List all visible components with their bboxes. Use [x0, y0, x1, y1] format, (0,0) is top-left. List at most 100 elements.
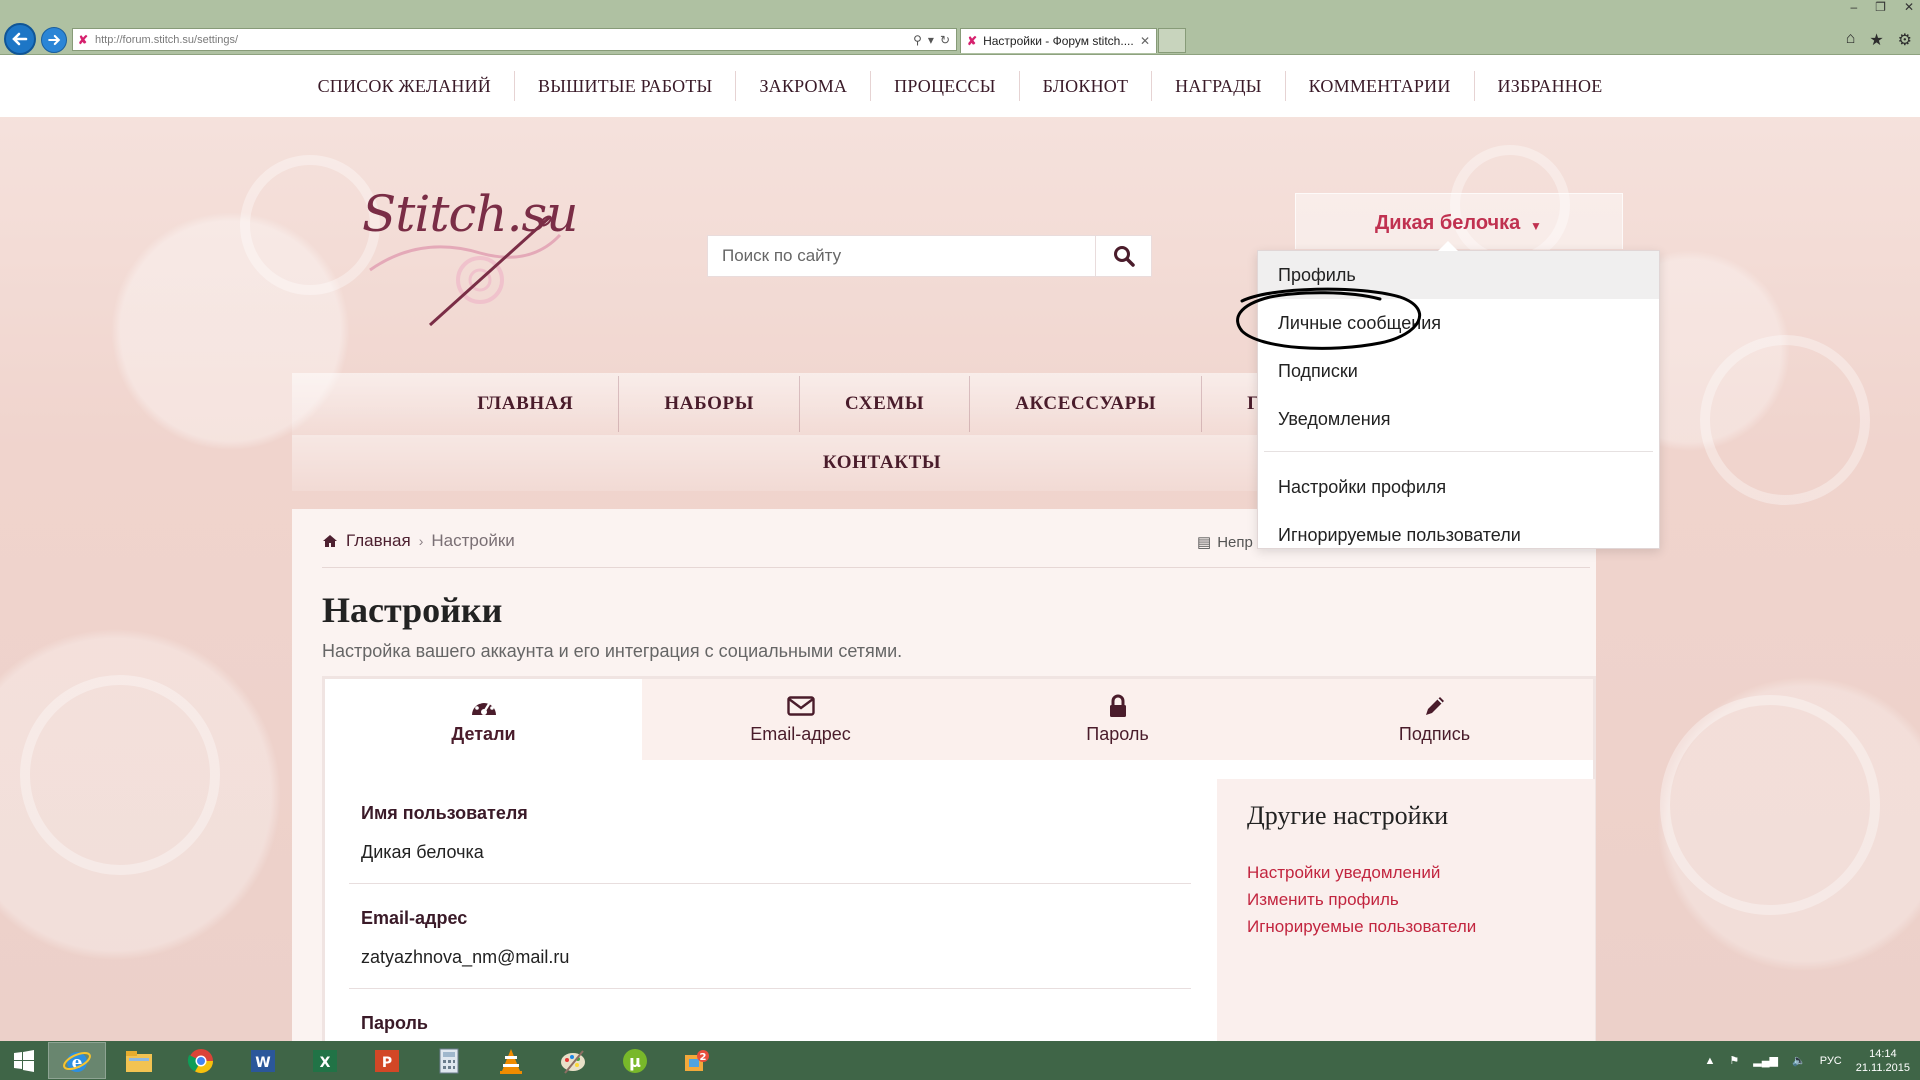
breadcrumb: Главная › Настройки [322, 531, 515, 551]
search-button[interactable] [1095, 236, 1151, 276]
main-nav-item[interactable]: АКСЕССУАРЫ [970, 376, 1203, 432]
taskbar-powerpoint[interactable]: P [358, 1042, 416, 1079]
network-icon[interactable]: ▂▄▆ [1753, 1054, 1778, 1067]
dropdown-pointer [1438, 241, 1458, 251]
address-bar[interactable]: ✘ http://forum.stitch.su/settings/ ⚲ ▾ ↻ [72, 28, 957, 51]
detail-field-password: Пароль [349, 989, 1191, 1041]
decor-swirl [20, 675, 220, 875]
svg-text:P: P [382, 1055, 392, 1071]
taskbar-excel[interactable]: X [296, 1042, 354, 1079]
breadcrumb-home[interactable]: Главная [346, 531, 411, 551]
address-url[interactable]: http://forum.stitch.su/settings/ [95, 34, 238, 46]
link-edit-profile[interactable]: Изменить профиль [1247, 886, 1565, 913]
link-ignored-users[interactable]: Игнорируемые пользователи [1247, 913, 1565, 940]
taskbar-file-explorer[interactable] [110, 1042, 168, 1079]
taskbar-paint[interactable] [544, 1042, 602, 1079]
arrow-right-icon [48, 34, 61, 46]
language-indicator[interactable]: РУС [1820, 1055, 1842, 1067]
main-nav-item[interactable]: КОНТАКТЫ [778, 435, 986, 491]
taskbar-calculator[interactable] [420, 1042, 478, 1079]
field-value: zatyazhnova_nm@mail.ru [361, 947, 570, 967]
clock-date: 21.11.2015 [1855, 1061, 1910, 1074]
game-icon: 2 [685, 1049, 709, 1071]
search-icon [1113, 246, 1135, 267]
browser-tab[interactable]: ✘ Настройки - Форум stitch.... ✕ [960, 28, 1157, 53]
top-nav-item[interactable]: ЗАКРОМА [736, 71, 872, 101]
main-nav-item[interactable]: ГЛАВНАЯ [432, 376, 620, 432]
chevron-down-icon[interactable]: ▾ [928, 33, 934, 47]
home-icon[interactable]: ⌂ [1846, 30, 1856, 50]
content-panel: Главная › Настройки ▤ Непр Настройки Нас… [292, 509, 1596, 1041]
close-window-icon[interactable]: ✕ [1904, 0, 1914, 14]
tab-email[interactable]: Email-адрес [642, 679, 959, 760]
clock[interactable]: 14:14 21.11.2015 [1856, 1047, 1910, 1075]
menu-item-profile-settings[interactable]: Настройки профиля [1258, 463, 1659, 511]
settings-panel: Детали Email-адрес Пароль Подпись Имя по… [322, 676, 1596, 1041]
tab-label: Пароль [1086, 724, 1149, 744]
window-controls: – ❐ ✕ [1850, 0, 1914, 14]
taskbar-utorrent[interactable]: µ [606, 1042, 664, 1079]
start-button[interactable] [0, 1041, 48, 1080]
favorites-star-icon[interactable]: ★ [1869, 30, 1883, 50]
restore-icon[interactable]: ❐ [1875, 0, 1886, 14]
main-nav-item[interactable]: СХЕМЫ [800, 376, 971, 432]
chrome-icon [187, 1048, 213, 1073]
decor-swirl [1700, 335, 1870, 505]
top-navigation: СПИСОК ЖЕЛАНИЙ ВЫШИТЫЕ РАБОТЫ ЗАКРОМА ПР… [0, 55, 1920, 117]
forward-button[interactable] [41, 27, 67, 53]
tab-password[interactable]: Пароль [959, 679, 1276, 760]
link-notification-settings[interactable]: Настройки уведомлений [1247, 859, 1565, 886]
field-label: Имя пользователя [361, 803, 528, 823]
gear-icon[interactable]: ⚙ [1898, 30, 1912, 50]
taskbar-vlc[interactable] [482, 1042, 540, 1079]
tab-details[interactable]: Детали [325, 679, 642, 760]
back-button[interactable] [4, 23, 36, 55]
envelope-icon [786, 694, 815, 718]
taskbar-game[interactable]: 2 [668, 1042, 726, 1079]
browser-tools: ⌂ ★ ⚙ [1846, 30, 1912, 50]
top-nav-item[interactable]: ИЗБРАННОЕ [1475, 71, 1626, 101]
search-icon[interactable]: ⚲ [913, 33, 922, 47]
taskbar-chrome[interactable] [172, 1042, 230, 1079]
unread-link[interactable]: ▤ Непр [1197, 533, 1253, 552]
menu-item-notifications[interactable]: Уведомления [1258, 395, 1659, 443]
refresh-icon[interactable]: ↻ [940, 33, 950, 47]
close-tab-icon[interactable]: ✕ [1140, 34, 1150, 48]
svg-text:W: W [255, 1055, 270, 1071]
top-nav-item[interactable]: СПИСОК ЖЕЛАНИЙ [295, 71, 515, 101]
folder-icon [126, 1050, 152, 1072]
search-input[interactable] [708, 236, 1095, 276]
menu-item-ignored-users[interactable]: Игнорируемые пользователи [1258, 511, 1659, 559]
new-tab-button[interactable] [1158, 28, 1186, 53]
taskbar-internet-explorer[interactable]: e [48, 1042, 106, 1079]
tray-expand-icon[interactable]: ▲ [1705, 1055, 1716, 1067]
top-nav-item[interactable]: ВЫШИТЫЕ РАБОТЫ [515, 71, 737, 101]
dashboard-icon [470, 694, 498, 718]
top-nav-item[interactable]: НАГРАДЫ [1152, 71, 1286, 101]
pencil-icon [1423, 694, 1447, 718]
top-nav-item[interactable]: ПРОЦЕССЫ [871, 71, 1020, 101]
minimize-icon[interactable]: – [1850, 0, 1857, 14]
action-center-flag-icon[interactable]: ⚑ [1729, 1054, 1739, 1067]
word-icon: W [251, 1049, 275, 1072]
field-label: Пароль [361, 1013, 428, 1033]
stitch-favicon-icon: ✘ [77, 32, 89, 47]
logo-text[interactable]: Stitch.su [362, 185, 578, 243]
taskbar-word[interactable]: W [234, 1042, 292, 1079]
tab-signature[interactable]: Подпись [1276, 679, 1593, 760]
svg-text:µ: µ [629, 1052, 641, 1071]
top-nav-item[interactable]: КОММЕНТАРИИ [1286, 71, 1475, 101]
details-list: Имя пользователя Дикая белочка Email-адр… [349, 779, 1191, 1041]
decor-swirl [1660, 695, 1880, 915]
vlc-icon [500, 1048, 522, 1074]
menu-item-subscriptions[interactable]: Подписки [1258, 347, 1659, 395]
settings-tabs: Детали Email-адрес Пароль Подпись [325, 679, 1593, 760]
windows-taskbar: e W X P µ 2 ▲ ⚑ ▂▄▆ 🔈 РУС 14:14 21.11.20… [0, 1041, 1920, 1080]
volume-icon[interactable]: 🔈 [1792, 1054, 1806, 1067]
caret-down-icon[interactable]: ▼ [1530, 219, 1542, 233]
user-menu-toggle[interactable]: Дикая белочка [1375, 212, 1520, 235]
top-nav-item[interactable]: БЛОКНОТ [1020, 71, 1153, 101]
clock-time: 14:14 [1869, 1047, 1897, 1060]
main-nav-item[interactable]: НАБОРЫ [619, 376, 800, 432]
stitch-favicon-icon: ✘ [967, 34, 978, 48]
